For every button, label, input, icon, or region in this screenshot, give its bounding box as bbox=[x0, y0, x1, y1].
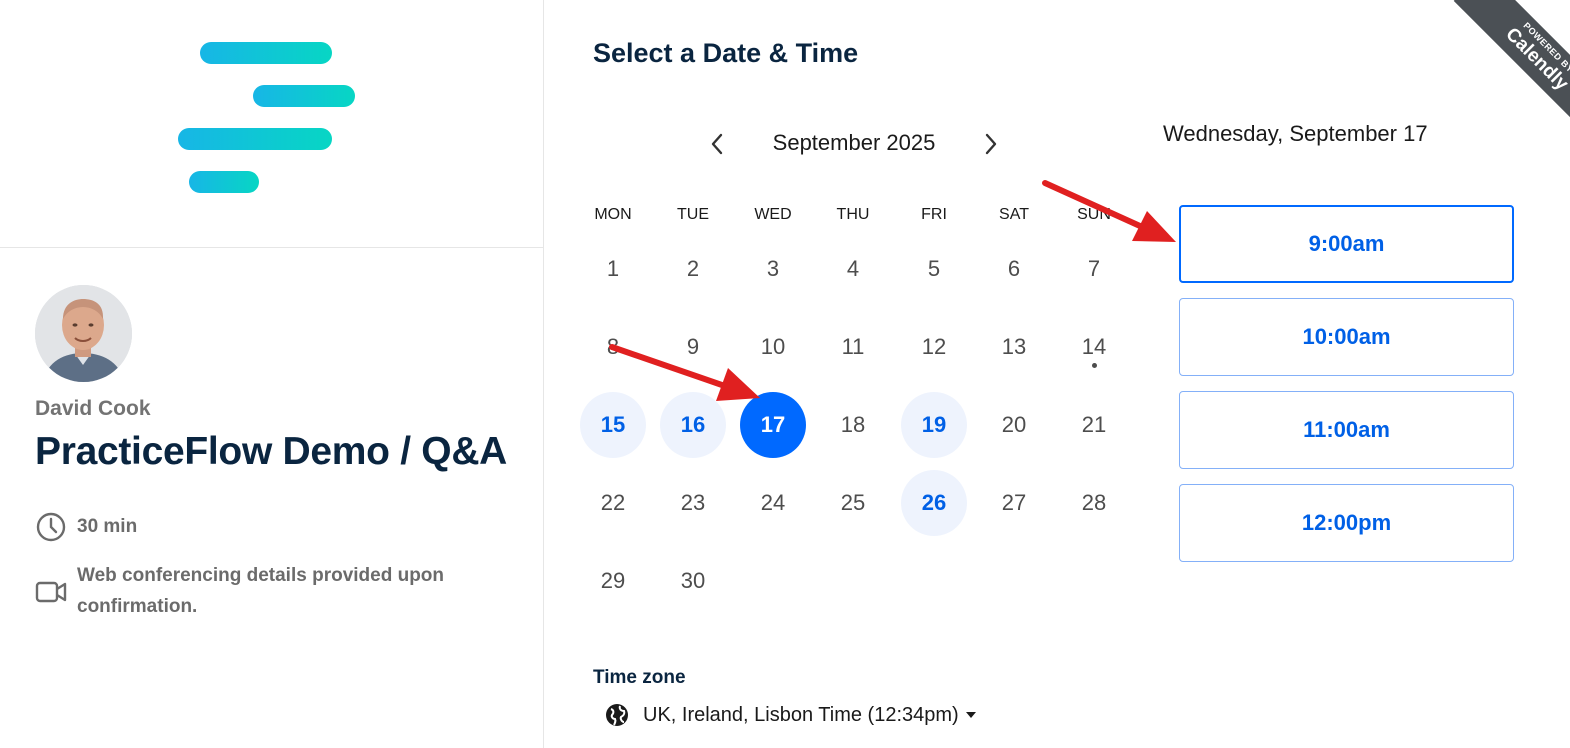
calendar-day-8: 8 bbox=[606, 334, 620, 359]
duration-text: 30 min bbox=[77, 516, 138, 537]
calendar-day-18: 18 bbox=[840, 412, 866, 437]
calendar-day-29: 29 bbox=[600, 568, 626, 593]
calendar-day-2: 2 bbox=[686, 256, 700, 281]
caret-down-icon bbox=[965, 712, 976, 718]
conferencing-detail: Web conferencing details provided upon c… bbox=[35, 560, 444, 622]
calendar-day-14: 14 bbox=[1081, 334, 1107, 359]
calendar-day-20: 20 bbox=[1001, 412, 1027, 437]
timezone-value: UK, Ireland, Lisbon Time (12:34pm) bbox=[643, 703, 959, 726]
calendly-brand: Calendly bbox=[1501, 23, 1570, 95]
prev-month-button[interactable] bbox=[701, 128, 733, 160]
calendar-day-1: 1 bbox=[606, 256, 620, 281]
duration-detail: 30 min bbox=[35, 511, 137, 543]
clock-icon bbox=[35, 511, 67, 543]
calendar-day-22: 22 bbox=[600, 490, 626, 515]
calendar-day-10: 10 bbox=[760, 334, 786, 359]
time-slot-button[interactable]: 10:00am bbox=[1179, 298, 1514, 376]
globe-icon bbox=[606, 704, 628, 726]
page-title: Select a Date & Time bbox=[593, 38, 859, 68]
weekday-sun: SUN bbox=[1077, 206, 1111, 223]
weekday-mon: MON bbox=[594, 206, 632, 223]
calendar-day-23: 23 bbox=[680, 490, 706, 515]
weekday-sat: SAT bbox=[999, 206, 1029, 223]
calendar-day-9: 9 bbox=[686, 334, 700, 359]
calendar-day-6: 6 bbox=[1007, 256, 1021, 281]
time-slot-button[interactable]: 9:00am bbox=[1179, 205, 1514, 283]
calendar-day-11: 11 bbox=[841, 334, 865, 359]
calendar-day-13: 13 bbox=[1001, 334, 1027, 359]
calendar-day-25: 25 bbox=[840, 490, 866, 515]
time-slot-button[interactable]: 11:00am bbox=[1179, 391, 1514, 469]
event-info-panel: David Cook PracticeFlow Demo / Q&A 30 mi… bbox=[0, 0, 544, 748]
host-name: David Cook bbox=[35, 397, 151, 420]
calendar-day-selected[interactable]: 17 bbox=[740, 392, 806, 458]
calendar-day-3: 3 bbox=[766, 256, 780, 281]
next-month-button[interactable] bbox=[975, 128, 1007, 160]
avatar bbox=[35, 285, 132, 382]
conferencing-text: Web conferencing details provided upon c… bbox=[77, 565, 445, 617]
calendar-day-28: 28 bbox=[1081, 490, 1107, 515]
weekday-fri: FRI bbox=[921, 206, 947, 223]
calendar-day-21: 21 bbox=[1081, 412, 1107, 437]
chevron-right-icon bbox=[985, 133, 997, 155]
event-title: PracticeFlow Demo / Q&A bbox=[35, 430, 508, 473]
calendar-day-15[interactable]: 15 bbox=[580, 392, 646, 458]
powered-by-badge[interactable]: POWERED BY Calendly bbox=[1430, 0, 1570, 140]
calendar-day-16[interactable]: 16 bbox=[660, 392, 726, 458]
calendar-day-19[interactable]: 19 bbox=[901, 392, 967, 458]
calendar-day-27: 27 bbox=[1001, 490, 1027, 515]
calendar-day-30: 30 bbox=[680, 568, 706, 593]
chevron-left-icon bbox=[711, 133, 723, 155]
today-indicator bbox=[1091, 363, 1097, 368]
video-camera-icon bbox=[35, 576, 67, 608]
calendar-day-5: 5 bbox=[927, 256, 941, 281]
calendar-day-24: 24 bbox=[760, 490, 786, 515]
timezone-select[interactable]: UK, Ireland, Lisbon Time (12:34pm) bbox=[605, 703, 977, 727]
calendar-day-26[interactable]: 26 bbox=[901, 470, 967, 536]
calendar-day-12: 12 bbox=[921, 334, 947, 359]
weekday-thu: THU bbox=[836, 206, 870, 223]
timezone-label: Time zone bbox=[593, 667, 686, 688]
month-label: September 2025 bbox=[772, 130, 936, 155]
selected-date-label: Wednesday, September 17 bbox=[1163, 121, 1428, 146]
weekday-tue: TUE bbox=[677, 206, 709, 223]
weekday-wed: WED bbox=[754, 206, 792, 223]
calendar-day-7: 7 bbox=[1087, 256, 1101, 281]
calendar-day-4: 4 bbox=[846, 256, 860, 281]
time-slot-button[interactable]: 12:00pm bbox=[1179, 484, 1514, 562]
company-logo-area bbox=[0, 0, 544, 248]
